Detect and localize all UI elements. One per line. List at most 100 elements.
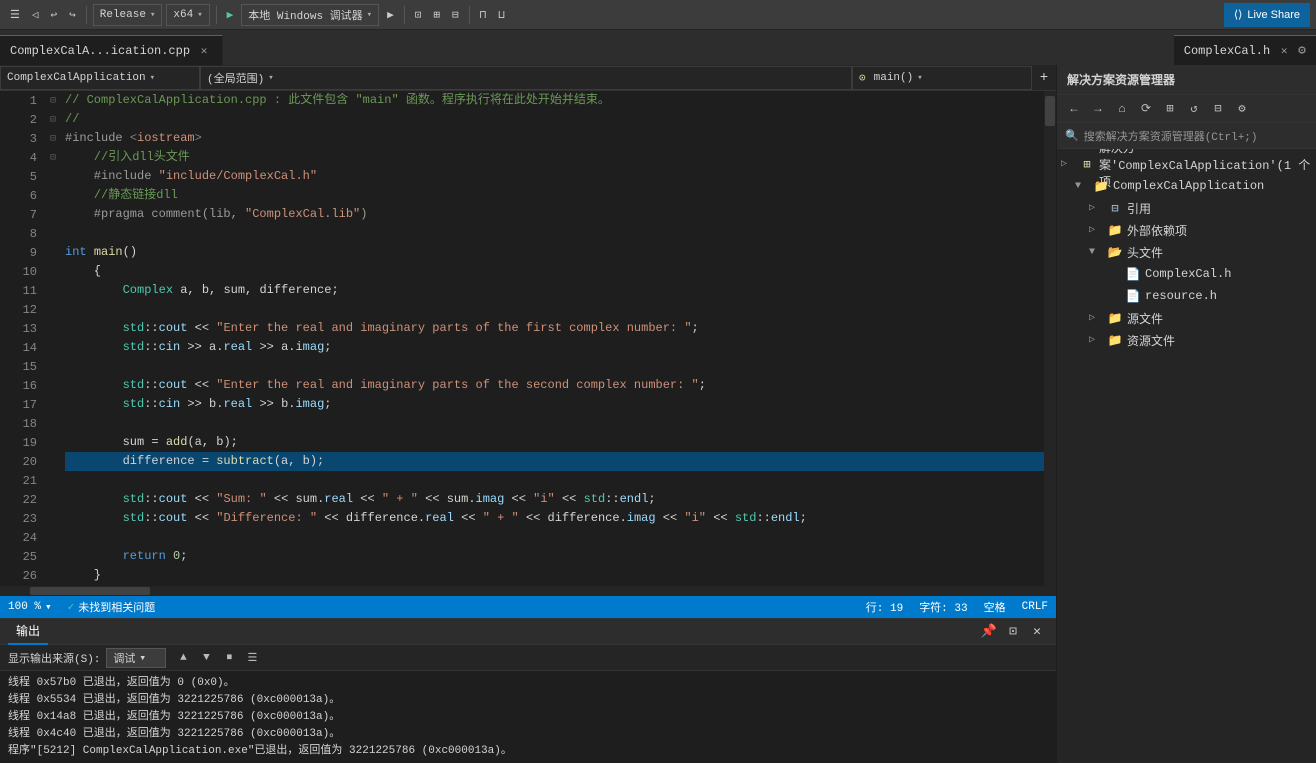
- editor-hscrollbar[interactable]: [0, 586, 1056, 596]
- panel-pin-btn[interactable]: 📌: [978, 621, 1000, 643]
- editor-tab-cpp-close[interactable]: ✕: [196, 43, 212, 59]
- output-line-1: 线程 0x57b0 已退出，返回值为 0 (0x0)。: [8, 675, 1048, 692]
- se-complexcal-h-icon: 📄: [1125, 266, 1141, 282]
- redo-btn[interactable]: ↪: [65, 6, 80, 24]
- se-refresh-btn[interactable]: ↺: [1183, 98, 1205, 120]
- scope-dropdown[interactable]: ComplexCalApplication ▾: [0, 66, 200, 90]
- se-extern-dep-item[interactable]: ▷ 📁 外部依赖项: [1057, 219, 1316, 241]
- output-stop-btn[interactable]: ⏹: [218, 648, 240, 668]
- output-tab[interactable]: 输出: [8, 619, 48, 645]
- code-line-1: // ComplexCalApplication.cpp : 此文件包含 "ma…: [65, 91, 1044, 110]
- se-resource-h-item[interactable]: 📄 resource.h: [1057, 285, 1316, 307]
- se-source-files-label: 源文件: [1127, 310, 1163, 327]
- se-sync-btn[interactable]: ⟳: [1135, 98, 1157, 120]
- se-forward-btn[interactable]: →: [1087, 98, 1109, 120]
- code-line-7: #pragma comment(lib, "ComplexCal.lib"): [65, 205, 1044, 224]
- se-back-btn[interactable]: ←: [1063, 98, 1085, 120]
- code-line-26: }: [65, 566, 1044, 585]
- status-spaces[interactable]: 空格: [976, 596, 1014, 618]
- add-tab-btn[interactable]: +: [1032, 66, 1056, 90]
- code-line-20: difference = subtract(a, b);: [65, 452, 1044, 471]
- se-search-placeholder: 搜索解决方案资源管理器(Ctrl+;): [1084, 128, 1258, 144]
- se-ref-label: 引用: [1127, 200, 1151, 217]
- se-source-files-expand[interactable]: ▷: [1089, 312, 1103, 324]
- output-toolbar-btns: ▲ ▼ ⏹ ☰: [172, 648, 263, 668]
- se-header-files-expand[interactable]: ▼: [1089, 247, 1103, 258]
- editor-tab-cpp-label: ComplexCalA...ication.cpp: [10, 44, 190, 58]
- fold-31[interactable]: ⊟: [45, 149, 61, 168]
- status-encoding[interactable]: CRLF: [1014, 596, 1056, 618]
- fold-1[interactable]: ⊟: [45, 92, 61, 111]
- analyze-btn[interactable]: ⊟: [448, 6, 463, 24]
- output-up-btn[interactable]: ▲: [172, 648, 194, 668]
- se-header-files-item[interactable]: ▼ 📂 头文件: [1057, 241, 1316, 263]
- line-numbers: 1234 5678 9101112 13141516 17181920 2122…: [0, 91, 45, 586]
- se-extern-expand[interactable]: ▷: [1089, 224, 1103, 236]
- output-source-label: 显示输出来源(S):: [8, 650, 100, 666]
- se-project-expand[interactable]: ▼: [1075, 181, 1089, 192]
- status-error-item[interactable]: ✓ 未找到相关问题: [60, 596, 164, 618]
- back-btn[interactable]: ◁: [28, 6, 43, 24]
- status-error-label: 未找到相关问题: [78, 599, 155, 615]
- status-line[interactable]: 行: 19: [858, 596, 911, 618]
- solution-tab-label: ComplexCal.h: [1184, 44, 1270, 58]
- nav-btn[interactable]: ⊔: [494, 6, 509, 24]
- fold-9[interactable]: ⊟: [45, 111, 61, 130]
- se-filter-btn[interactable]: ⊞: [1159, 98, 1181, 120]
- editor-area: ComplexCalApplication ▾ (全局范围) ▾ ⊙ main(…: [0, 65, 1056, 763]
- se-ref-icon: ⊟: [1107, 200, 1123, 216]
- undo-btn[interactable]: ↩: [47, 6, 62, 24]
- output-clear-btn[interactable]: ☰: [241, 648, 263, 668]
- se-solution-expand[interactable]: ▷: [1061, 158, 1075, 170]
- se-home-btn[interactable]: ⌂: [1111, 98, 1133, 120]
- diagnostics-btn[interactable]: ⊡: [411, 6, 426, 24]
- se-header-files-icon: 📂: [1107, 244, 1123, 260]
- function-dropdown[interactable]: ⊙ main() ▾: [852, 66, 1032, 90]
- se-solution-root[interactable]: ▷ ⊞ 解决方案'ComplexCalApplication'(1 个项: [1057, 153, 1316, 175]
- continue-btn[interactable]: ▶: [383, 6, 398, 24]
- status-zoom-label: 100 %: [8, 601, 41, 613]
- live-share-button[interactable]: ⟨⟩ Live Share: [1224, 3, 1310, 27]
- code-editor[interactable]: // ComplexCalApplication.cpp : 此文件包含 "ma…: [61, 91, 1044, 586]
- output-down-btn[interactable]: ▼: [195, 648, 217, 668]
- run-icon[interactable]: ▶: [223, 6, 238, 24]
- se-ref-expand[interactable]: ▷: [1089, 202, 1103, 214]
- release-dropdown[interactable]: Release ▾: [93, 4, 163, 26]
- run-dropdown[interactable]: 本地 Windows 调试器 ▾: [241, 4, 379, 26]
- se-resource-files-item[interactable]: ▷ 📁 资源文件: [1057, 329, 1316, 351]
- status-zoom-arrow: ▾: [45, 600, 52, 614]
- platform-dropdown[interactable]: x64 ▾: [166, 4, 209, 26]
- output-source-dropdown[interactable]: 调试 ▾: [106, 648, 166, 668]
- fold-28[interactable]: ⊟: [45, 130, 61, 149]
- se-complexcal-h-item[interactable]: 📄 ComplexCal.h: [1057, 263, 1316, 285]
- editor-scrollbar[interactable]: [1044, 91, 1056, 586]
- fold-indicators: ⊟ ⊟: [45, 91, 61, 168]
- status-zoom-item[interactable]: 100 % ▾: [0, 596, 60, 618]
- code-line-2: //: [65, 110, 1044, 129]
- code-line-27: [65, 585, 1044, 586]
- se-extern-icon: 📁: [1107, 222, 1123, 238]
- se-collapse-btn[interactable]: ⊟: [1207, 98, 1229, 120]
- solution-tab-close[interactable]: ✕: [1276, 43, 1292, 59]
- menu-icon[interactable]: ☰: [6, 6, 24, 24]
- solution-tab-gear[interactable]: ⚙: [1298, 43, 1306, 58]
- panel-float-btn[interactable]: ⊡: [1002, 621, 1024, 643]
- se-source-files-item[interactable]: ▷ 📁 源文件: [1057, 307, 1316, 329]
- output-panel: 输出 📌 ⊡ ✕ 显示输出来源(S): 调试 ▾ ▲ ▼ ⏹ ☰: [0, 618, 1056, 763]
- status-char[interactable]: 字符: 33: [911, 596, 975, 618]
- status-bar: 100 % ▾ ✓ 未找到相关问题 行: 19 字符: 33 空格: [0, 596, 1056, 618]
- output-tab-label: 输出: [16, 622, 40, 639]
- se-resource-files-expand[interactable]: ▷: [1089, 334, 1103, 346]
- se-ref-item[interactable]: ▷ ⊟ 引用: [1057, 197, 1316, 219]
- se-settings-btn[interactable]: ⚙: [1231, 98, 1253, 120]
- fold-column: ⊟ ⊟: [45, 91, 61, 586]
- editor-scroll-thumb[interactable]: [1045, 96, 1055, 126]
- output-line-3: 线程 0x14a8 已退出，返回值为 3221225786 (0xc000013…: [8, 709, 1048, 726]
- bookmark-btn[interactable]: ⊓: [476, 6, 491, 24]
- line-number-list: 1234 5678 9101112 13141516 17181920 2122…: [0, 91, 37, 586]
- editor-hscrollbar-thumb[interactable]: [30, 587, 150, 595]
- editor-tab-cpp[interactable]: ComplexCalA...ication.cpp ✕: [0, 35, 223, 65]
- perf-btn[interactable]: ⊞: [429, 6, 444, 24]
- range-dropdown[interactable]: (全局范围) ▾: [200, 66, 852, 90]
- panel-close-btn[interactable]: ✕: [1026, 621, 1048, 643]
